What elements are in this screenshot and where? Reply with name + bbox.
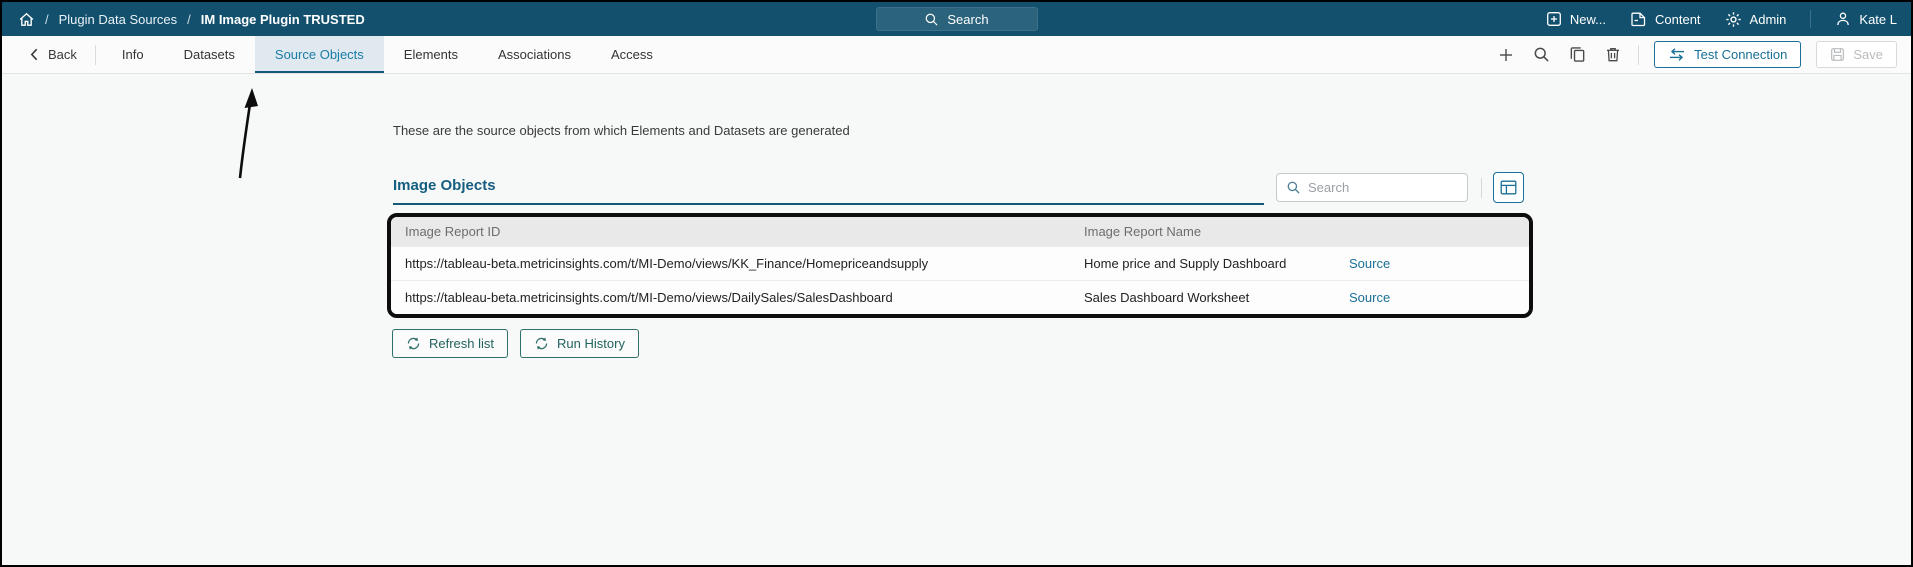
tab-source-objects[interactable]: Source Objects xyxy=(254,36,384,73)
swap-arrows-icon xyxy=(1668,48,1686,61)
search-button[interactable] xyxy=(1531,44,1552,65)
search-divider xyxy=(1481,178,1482,198)
table-layout-icon xyxy=(1500,180,1517,195)
app-window: / Plugin Data Sources / IM Image Plugin … xyxy=(0,0,1913,567)
user-menu-label: Kate L xyxy=(1859,11,1897,27)
back-button-label: Back xyxy=(48,47,77,62)
admin-button[interactable]: Admin xyxy=(1725,11,1787,28)
save-button[interactable]: Save xyxy=(1816,41,1897,68)
global-search-label: Search xyxy=(947,11,989,27)
gear-icon xyxy=(1725,11,1742,28)
user-icon xyxy=(1835,11,1851,27)
content-button[interactable]: Content xyxy=(1630,11,1701,27)
save-floppy-icon xyxy=(1830,47,1845,62)
editor-toolbar: Back Info Datasets Source Objects Elemen… xyxy=(2,36,1911,74)
source-link[interactable]: Source xyxy=(1349,256,1390,271)
home-icon[interactable] xyxy=(18,11,35,28)
test-connection-label: Test Connection xyxy=(1694,47,1788,62)
tab-info[interactable]: Info xyxy=(102,36,164,73)
refresh-icon xyxy=(406,336,421,351)
section-title-image-objects: Image Objects xyxy=(393,177,1264,205)
search-input[interactable] xyxy=(1308,180,1458,195)
save-button-label: Save xyxy=(1853,47,1883,62)
source-link[interactable]: Source xyxy=(1349,290,1390,305)
duplicate-icon[interactable] xyxy=(1567,44,1588,65)
tab-bar: Info Datasets Source Objects Elements As… xyxy=(102,36,673,73)
content-button-label: Content xyxy=(1655,11,1701,27)
test-connection-button[interactable]: Test Connection xyxy=(1654,41,1802,68)
search-icon xyxy=(1286,180,1301,195)
breadcrumb-item-current: IM Image Plugin TRUSTED xyxy=(200,11,365,27)
plus-square-icon xyxy=(1546,11,1562,27)
column-header-image-report-name: Image Report Name xyxy=(1084,224,1202,239)
content-folder-icon xyxy=(1630,11,1647,27)
column-header-image-report-id: Image Report ID xyxy=(405,224,501,239)
global-search-button[interactable]: Search xyxy=(875,7,1038,31)
table-header-row: Image Report ID Image Report Name xyxy=(391,217,1529,246)
new-button[interactable]: New... xyxy=(1546,11,1606,27)
back-button[interactable]: Back xyxy=(2,36,95,73)
refresh-icon xyxy=(534,336,549,351)
tab-datasets[interactable]: Datasets xyxy=(164,36,255,73)
column-settings-button[interactable] xyxy=(1493,172,1524,203)
refresh-list-label: Refresh list xyxy=(429,336,495,351)
user-menu[interactable]: Kate L xyxy=(1835,11,1897,27)
image-objects-table: Image Report ID Image Report Name https:… xyxy=(387,213,1533,318)
breadcrumb-separator: / xyxy=(187,11,191,27)
refresh-list-button[interactable]: Refresh list xyxy=(392,329,509,358)
toolbar-right-actions: Test Connection Save xyxy=(1496,36,1911,73)
cell-image-report-name: Sales Dashboard Worksheet xyxy=(1084,290,1250,305)
header-actions: New... Content Admin Kate L xyxy=(1546,2,1897,36)
tab-elements[interactable]: Elements xyxy=(384,36,478,73)
table-row: https://tableau-beta.metricinsights.com/… xyxy=(391,280,1529,314)
admin-button-label: Admin xyxy=(1749,11,1787,27)
cell-image-report-id: https://tableau-beta.metricinsights.com/… xyxy=(405,256,929,271)
cell-image-report-id: https://tableau-beta.metricinsights.com/… xyxy=(405,290,893,305)
run-history-button[interactable]: Run History xyxy=(520,329,639,358)
table-row: https://tableau-beta.metricinsights.com/… xyxy=(391,246,1529,280)
page-description: These are the source objects from which … xyxy=(393,123,850,138)
table-action-buttons: Refresh list Run History xyxy=(392,329,639,358)
toolbar-divider xyxy=(94,44,96,65)
chevron-left-icon xyxy=(30,48,39,61)
search-icon xyxy=(924,12,939,27)
cell-image-report-name: Home price and Supply Dashboard xyxy=(1084,256,1287,271)
app-header: / Plugin Data Sources / IM Image Plugin … xyxy=(2,2,1911,36)
add-button[interactable] xyxy=(1496,45,1516,65)
run-history-label: Run History xyxy=(557,336,625,351)
breadcrumb: / Plugin Data Sources / IM Image Plugin … xyxy=(18,2,365,36)
breadcrumb-item-plugin-data-sources[interactable]: Plugin Data Sources xyxy=(59,12,178,27)
image-objects-search[interactable] xyxy=(1276,173,1468,202)
tab-access[interactable]: Access xyxy=(591,36,673,73)
delete-trash-icon[interactable] xyxy=(1603,44,1623,65)
new-button-label: New... xyxy=(1569,11,1606,27)
breadcrumb-separator: / xyxy=(45,11,49,27)
toolbar-divider xyxy=(1638,44,1640,65)
header-divider xyxy=(1810,10,1812,28)
tab-associations[interactable]: Associations xyxy=(478,36,591,73)
